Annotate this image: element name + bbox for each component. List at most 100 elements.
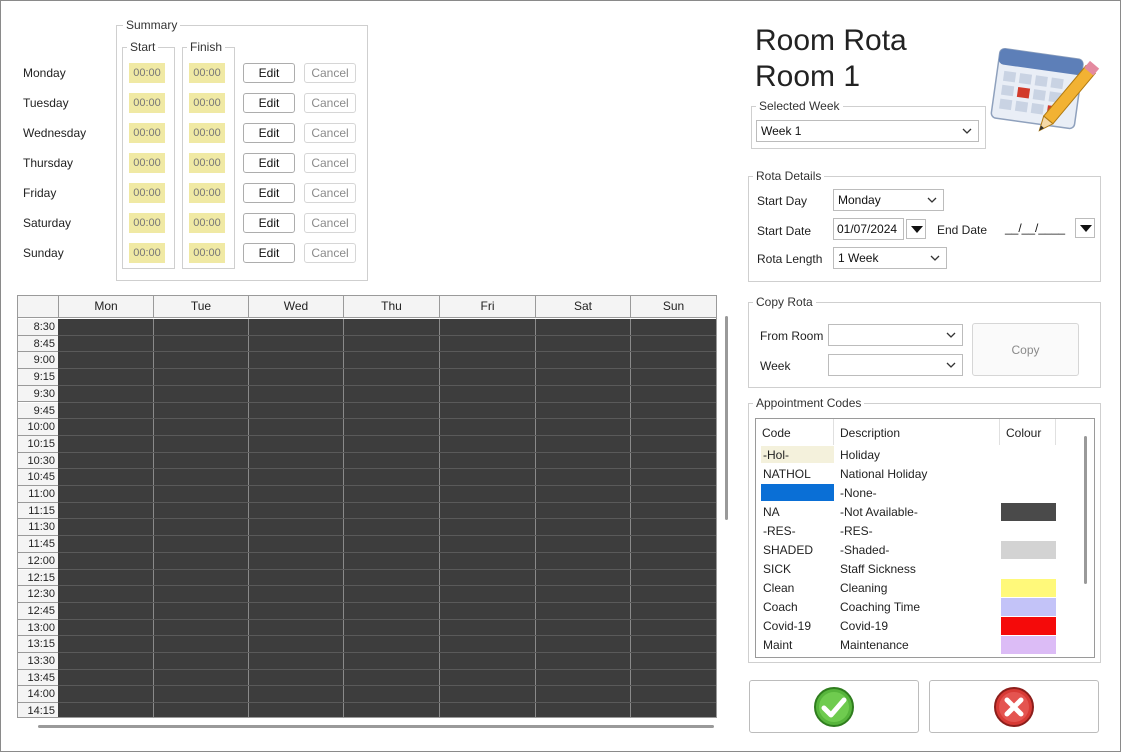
grid-row-divider	[58, 368, 716, 370]
cancel-day-button[interactable]: Cancel	[304, 63, 356, 83]
start-time-field[interactable]: 00:00	[129, 213, 165, 233]
selected-week-select[interactable]: Week 1	[756, 120, 979, 142]
edit-button[interactable]: Edit	[243, 63, 295, 83]
appointment-code-row[interactable]: Maint Maintenance	[756, 636, 1078, 655]
day-column-header[interactable]: Fri	[439, 296, 535, 318]
rota-length-select[interactable]: 1 Week	[833, 247, 947, 269]
start-time-field[interactable]: 00:00	[129, 183, 165, 203]
description-cell: Covid-19	[840, 619, 889, 633]
finish-time-field[interactable]: 00:00	[189, 153, 225, 173]
time-slot-label: 12:45	[18, 602, 58, 620]
cancel-day-button[interactable]: Cancel	[304, 183, 356, 203]
day-column-header[interactable]: Mon	[58, 296, 153, 318]
colour-swatch	[1001, 579, 1056, 597]
edit-button-label: Edit	[258, 66, 280, 80]
cancel-button-label: Cancel	[311, 156, 349, 170]
grid-vertical-scrollbar[interactable]	[722, 316, 732, 520]
appointment-code-row[interactable]: NA -Not Available-	[756, 503, 1078, 522]
cancel-button[interactable]	[929, 680, 1099, 733]
appointment-codes-title: Appointment Codes	[753, 396, 865, 410]
cancel-day-button[interactable]: Cancel	[304, 213, 356, 233]
code-column-header[interactable]: Code	[756, 419, 834, 445]
day-column-header[interactable]: Thu	[343, 296, 439, 318]
start-time-field[interactable]: 00:00	[129, 243, 165, 263]
start-time-field[interactable]: 00:00	[129, 123, 165, 143]
ok-button[interactable]	[749, 680, 919, 733]
code-cell: NA	[763, 505, 780, 519]
copy-button[interactable]: Copy	[972, 323, 1079, 376]
description-cell: Coaching Time	[840, 600, 921, 614]
grid-row-divider	[58, 635, 716, 637]
appointment-code-row[interactable]: -None-	[756, 484, 1078, 503]
finish-time-field[interactable]: 00:00	[189, 123, 225, 143]
appointment-code-row[interactable]: Covid-19 Covid-19	[756, 617, 1078, 636]
colour-swatch	[1001, 503, 1056, 521]
time-slot-label: 13:00	[18, 619, 58, 637]
time-slot-label: 11:15	[18, 502, 58, 520]
day-column-header[interactable]: Wed	[248, 296, 343, 318]
colour-swatch	[1001, 446, 1056, 464]
grid-row-divider	[58, 702, 716, 704]
appointment-code-row[interactable]: NATHOL National Holiday	[756, 465, 1078, 484]
start-date-input[interactable]: 01/07/2024	[833, 218, 904, 240]
colour-swatch	[1001, 617, 1056, 635]
appointment-code-row[interactable]: SICK Staff Sickness	[756, 560, 1078, 579]
grid-horizontal-scrollbar[interactable]	[38, 725, 714, 728]
grid-vertical-scroll-thumb[interactable]	[725, 316, 728, 520]
day-label: Thursday	[23, 156, 74, 170]
time-slot-label: 11:45	[18, 536, 58, 553]
start-time-field[interactable]: 00:00	[129, 153, 165, 173]
grid-row-divider	[58, 618, 716, 620]
edit-button[interactable]: Edit	[243, 123, 295, 143]
colour-column-header[interactable]: Colour	[1000, 419, 1056, 445]
green-check-icon	[814, 687, 854, 727]
edit-button[interactable]: Edit	[243, 153, 295, 173]
finish-time-field[interactable]: 00:00	[189, 183, 225, 203]
appointment-code-row[interactable]: Coach Coaching Time	[756, 598, 1078, 617]
cancel-day-button[interactable]: Cancel	[304, 153, 356, 173]
description-cell: Cleaning	[840, 581, 888, 595]
rota-cells[interactable]	[58, 319, 716, 717]
edit-button[interactable]: Edit	[243, 183, 295, 203]
start-date-picker-button[interactable]	[906, 219, 926, 239]
day-column-header[interactable]: Sun	[630, 296, 716, 318]
copy-week-select[interactable]	[828, 354, 963, 376]
description-column-header[interactable]: Description	[834, 419, 1000, 445]
colour-swatch	[1001, 484, 1056, 502]
edit-button-label: Edit	[258, 186, 280, 200]
edit-button-label: Edit	[258, 126, 280, 140]
cancel-day-button[interactable]: Cancel	[304, 123, 356, 143]
start-day-select[interactable]: Monday	[833, 189, 944, 211]
code-cell: Covid-19	[763, 619, 812, 633]
grid-header: Mon Tue Wed Thu Fri Sat Sun	[18, 296, 716, 318]
start-time-field[interactable]: 00:00	[129, 63, 165, 83]
edit-button[interactable]: Edit	[243, 213, 295, 233]
finish-time-field[interactable]: 00:00	[189, 93, 225, 113]
cancel-day-button[interactable]: Cancel	[304, 93, 356, 113]
edit-button[interactable]: Edit	[243, 243, 295, 263]
appointment-code-row[interactable]: -RES- -RES-	[756, 522, 1078, 541]
edit-button[interactable]: Edit	[243, 93, 295, 113]
day-column-header[interactable]: Tue	[153, 296, 248, 318]
from-room-select[interactable]	[828, 324, 963, 346]
colour-swatch	[1001, 465, 1056, 483]
finish-time-field[interactable]: 00:00	[189, 243, 225, 263]
finish-time-field[interactable]: 00:00	[189, 63, 225, 83]
day-column-header[interactable]: Sat	[535, 296, 630, 318]
edit-button-label: Edit	[258, 246, 280, 260]
cancel-day-button[interactable]: Cancel	[304, 243, 356, 263]
time-slot-label: 13:30	[18, 653, 58, 670]
codes-vertical-scrollbar[interactable]	[1084, 436, 1087, 584]
grid-row-divider	[58, 334, 716, 336]
start-date-value: 01/07/2024	[837, 222, 898, 236]
finish-time-field[interactable]: 00:00	[189, 213, 225, 233]
appointment-code-row[interactable]: -Hol- Holiday	[756, 446, 1078, 465]
appointment-code-row[interactable]: Clean Cleaning	[756, 579, 1078, 598]
end-date-picker-button[interactable]	[1075, 218, 1095, 238]
start-time-field[interactable]: 00:00	[129, 93, 165, 113]
end-date-input[interactable]: __/__/____	[1002, 217, 1072, 239]
day-label: Monday	[23, 66, 66, 80]
time-slot-label: 14:15	[18, 703, 58, 717]
appointment-code-row[interactable]: SHADED -Shaded-	[756, 541, 1078, 560]
grid-row-divider	[58, 685, 716, 687]
